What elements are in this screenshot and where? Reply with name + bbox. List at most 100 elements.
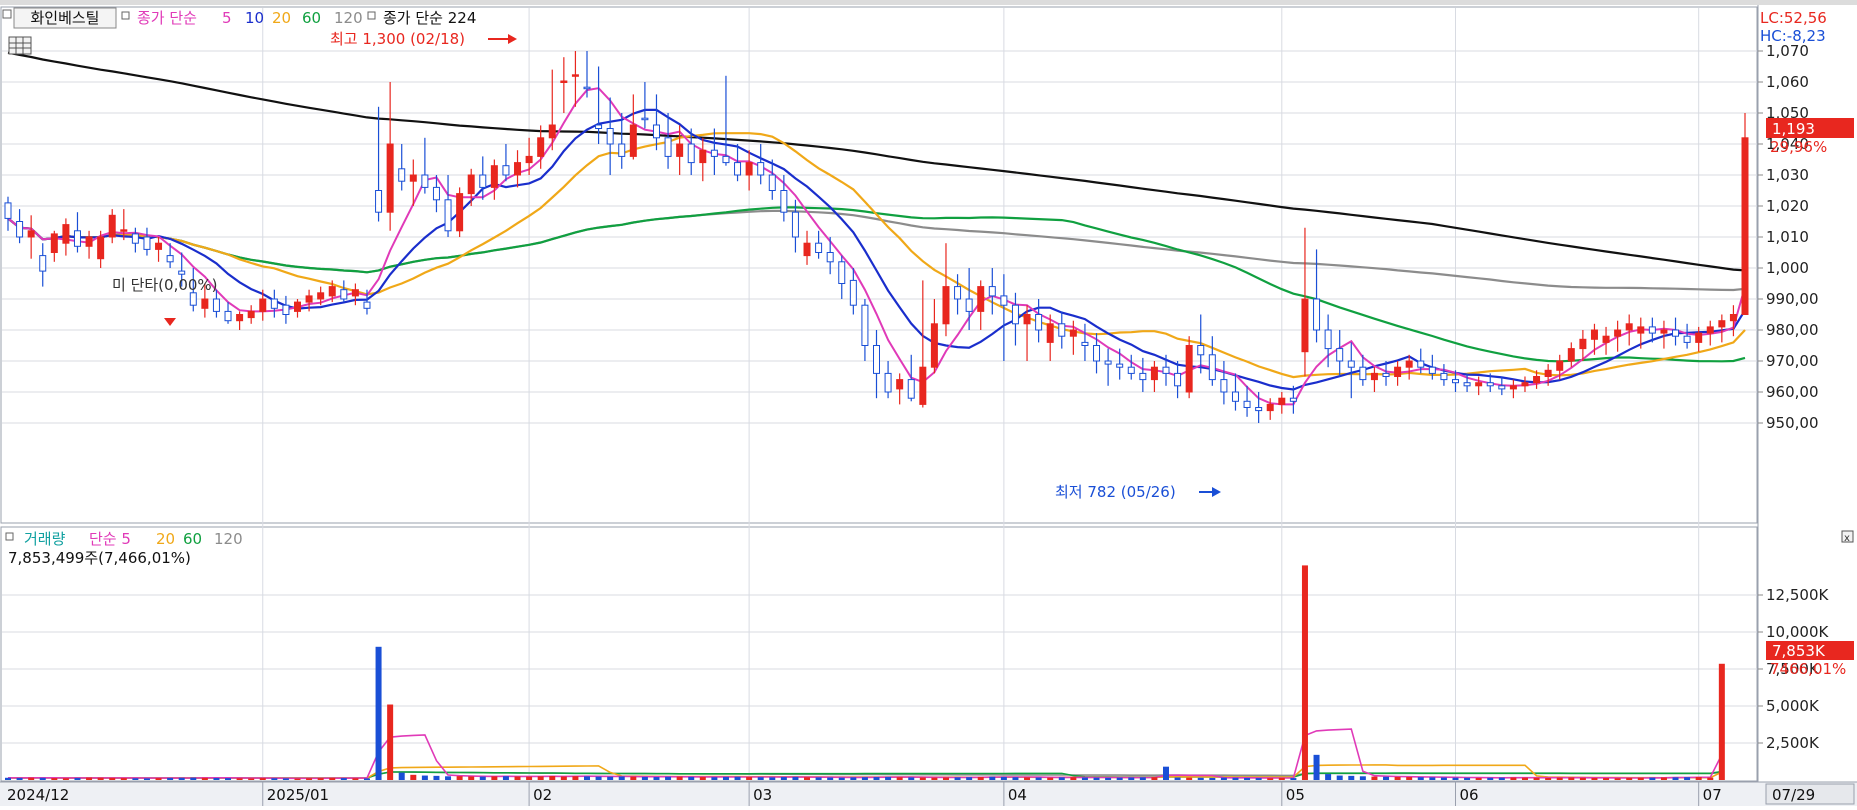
volume-bar — [1024, 777, 1031, 780]
legend-ma5: 5 — [222, 9, 232, 27]
candle-up — [1509, 385, 1517, 390]
volume-bar — [1047, 777, 1054, 780]
candle-down — [1428, 366, 1436, 374]
volume-bar — [861, 777, 868, 780]
candle-down — [838, 261, 846, 284]
x-tick-label: 04 — [1008, 786, 1027, 804]
volume-bar — [1325, 774, 1332, 780]
candle-down — [1139, 372, 1147, 381]
candle-down — [1648, 326, 1656, 334]
candle-down — [1347, 360, 1355, 368]
price-tick-label: 970,00 — [1766, 352, 1819, 370]
candle-down — [1486, 382, 1494, 387]
volume-bar — [1475, 777, 1482, 780]
volume-bar — [1209, 777, 1216, 780]
candle-down — [768, 174, 776, 191]
volume-legend-ma60: 60 — [183, 530, 202, 548]
chart-background — [0, 0, 1857, 806]
candle-up — [896, 379, 904, 390]
candle-down — [212, 298, 220, 312]
volume-bar — [329, 777, 336, 780]
candle-down — [1336, 348, 1344, 362]
candle-up — [1405, 360, 1413, 368]
volume-bar — [1383, 776, 1390, 780]
chart-svg[interactable]: 1,0701,0601,0501,0401,0301,0201,0101,000… — [0, 0, 1857, 806]
candle-down — [1035, 314, 1043, 331]
candle-down — [1683, 335, 1691, 343]
volume-bar — [271, 778, 278, 780]
volume-bar — [1568, 777, 1575, 780]
candle-up — [1660, 329, 1668, 334]
volume-bar — [1267, 778, 1274, 780]
candle-down — [1313, 298, 1321, 331]
price-tick-label: 1,060 — [1766, 73, 1809, 91]
candle-down — [641, 117, 649, 121]
candle-up — [629, 124, 637, 157]
candle-down — [618, 143, 626, 157]
volume-bar — [942, 777, 949, 780]
volume-bar — [1406, 777, 1413, 780]
volume-bar — [109, 777, 116, 780]
volume-bar — [827, 777, 834, 780]
price-tick-label: 950,00 — [1766, 414, 1819, 432]
volume-bar — [1637, 777, 1644, 780]
volume-bar — [549, 776, 556, 780]
grid-table-icon[interactable] — [8, 36, 32, 55]
volume-bar — [1440, 777, 1447, 780]
candle-up — [50, 233, 58, 253]
candle-up — [803, 242, 811, 257]
volume-bar — [282, 778, 289, 780]
volume-bar — [1556, 777, 1563, 780]
volume-bar — [248, 778, 255, 780]
candle-down — [1452, 379, 1459, 384]
volume-bar — [1591, 777, 1598, 780]
volume-tick-label: 2,500K — [1766, 734, 1820, 752]
candle-down — [282, 304, 290, 316]
legend-ma10: 10 — [245, 9, 264, 27]
candle-up — [305, 295, 313, 303]
volume-bar — [1220, 777, 1227, 780]
candle-down — [178, 270, 186, 275]
volume-bar — [363, 778, 370, 780]
candle-up — [514, 162, 522, 176]
candle-down — [1104, 360, 1112, 365]
volume-bar — [1684, 777, 1691, 780]
volume-bar — [1313, 754, 1320, 780]
candle-up — [1637, 326, 1645, 334]
candle-down — [606, 128, 614, 145]
volume-bar — [711, 777, 718, 780]
legend-ma60: 60 — [302, 9, 321, 27]
volume-bar — [1521, 777, 1528, 780]
price-tick-label: 960,00 — [1766, 383, 1819, 401]
candle-up — [108, 214, 116, 238]
cursor-tooltip: 미 단타(0,00%) — [112, 276, 218, 294]
candle-down — [780, 190, 788, 213]
volume-bar — [306, 778, 313, 780]
candle-up — [1185, 345, 1193, 393]
candle-up — [676, 143, 684, 157]
volume-bar — [1545, 777, 1552, 780]
volume-bar — [1614, 778, 1621, 780]
candle-up — [1370, 372, 1378, 381]
volume-bar — [28, 777, 35, 780]
volume-bar — [51, 778, 58, 780]
volume-legend-ma20: 20 — [156, 530, 175, 548]
volume-bar — [387, 704, 394, 780]
volume-bar — [340, 778, 347, 780]
candle-down — [1058, 323, 1066, 337]
volume-bar — [317, 778, 324, 780]
candle-down — [1255, 407, 1263, 412]
candle-up — [745, 162, 753, 176]
candle-down — [1417, 360, 1425, 368]
candle-down — [710, 149, 718, 157]
volume-bar — [294, 778, 301, 780]
candle-down — [340, 289, 348, 300]
candle-up — [571, 74, 579, 77]
volume-bar — [1035, 777, 1042, 780]
price-tick-label: 1,010 — [1766, 228, 1809, 246]
volume-legend-ma120: 120 — [214, 530, 243, 548]
volume-bar — [97, 777, 104, 780]
volume-bar — [167, 777, 174, 780]
legend-ma120: 120 — [334, 9, 363, 27]
candle-up — [1278, 397, 1286, 405]
